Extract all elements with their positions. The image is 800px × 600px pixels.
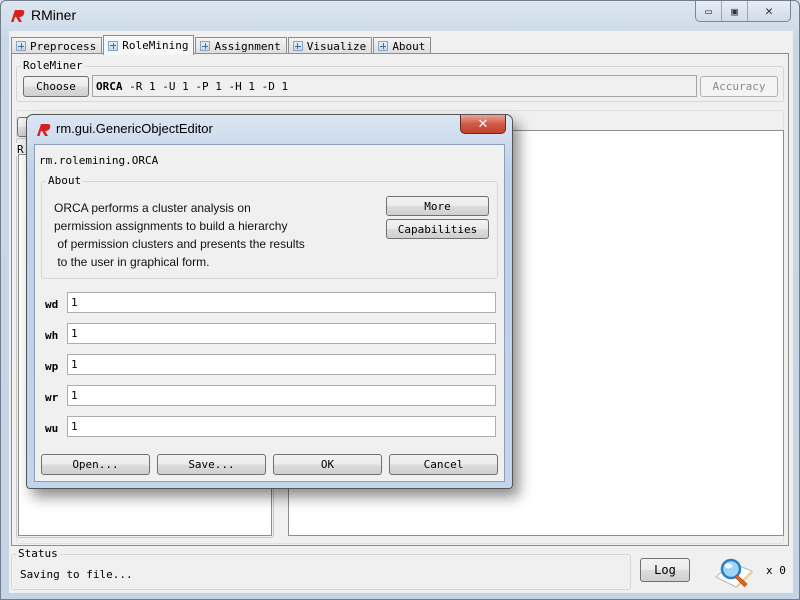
dialog-logo-icon bbox=[37, 124, 51, 136]
cancel-button[interactable]: Cancel bbox=[389, 454, 498, 475]
tab-bar: Preprocess RoleMining Assignment Visuali… bbox=[11, 34, 432, 55]
tab-label: About bbox=[392, 39, 426, 53]
tab-label: Preprocess bbox=[30, 39, 97, 53]
algorithm-name: ORCA bbox=[96, 79, 123, 93]
more-button[interactable]: More bbox=[386, 196, 489, 216]
about-group: About ORCA performs a cluster analysis o… bbox=[41, 174, 498, 279]
minimize-icon: ▭ bbox=[705, 4, 712, 18]
property-label-wu: wu bbox=[45, 422, 59, 435]
property-label-wh: wh bbox=[45, 329, 59, 342]
close-icon: ✕ bbox=[477, 116, 489, 132]
about-group-title: About bbox=[46, 174, 84, 187]
close-button[interactable]: ✕ bbox=[748, 1, 790, 21]
maximize-button[interactable]: ▣ bbox=[722, 1, 748, 21]
expand-icon bbox=[378, 41, 389, 51]
property-input-wh[interactable]: 1 bbox=[67, 323, 496, 344]
garbage-collector-count: x 0 bbox=[766, 564, 786, 577]
app-logo-icon bbox=[11, 10, 25, 22]
property-input-wu[interactable]: 1 bbox=[67, 416, 496, 437]
ok-button[interactable]: OK bbox=[273, 454, 382, 475]
property-label-wp: wp bbox=[45, 360, 59, 373]
capabilities-button[interactable]: Capabilities bbox=[386, 219, 489, 239]
tab-label: Assignment bbox=[214, 39, 281, 53]
about-description: ORCA performs a cluster analysis on perm… bbox=[54, 201, 305, 269]
tab-assignment[interactable]: Assignment bbox=[195, 37, 287, 54]
roleminer-group-title: RoleMiner bbox=[21, 59, 85, 72]
generic-object-editor-dialog: rm.gui.GenericObjectEditor ✕ rm.rolemini… bbox=[26, 114, 513, 489]
dialog-client-area: rm.rolemining.ORCA About ORCA performs a… bbox=[34, 144, 505, 482]
search-memory-icon[interactable] bbox=[714, 555, 756, 589]
class-name-label: rm.rolemining.ORCA bbox=[39, 154, 159, 167]
tab-visualize[interactable]: Visualize bbox=[287, 37, 373, 54]
property-label-wd: wd bbox=[45, 298, 59, 311]
accuracy-button[interactable]: Accuracy bbox=[700, 76, 778, 97]
tab-preprocess[interactable]: Preprocess bbox=[11, 37, 103, 54]
choose-button[interactable]: Choose bbox=[23, 76, 89, 97]
open-button[interactable]: Open... bbox=[41, 454, 150, 475]
save-button[interactable]: Save... bbox=[157, 454, 266, 475]
expand-icon bbox=[200, 41, 211, 51]
close-icon: ✕ bbox=[765, 3, 773, 19]
roleminer-group: RoleMiner Choose ORCA -R 1 -U 1 -P 1 -H … bbox=[16, 59, 784, 102]
property-input-wp[interactable]: 1 bbox=[67, 354, 496, 375]
property-label-wr: wr bbox=[45, 391, 59, 404]
expand-icon bbox=[108, 40, 119, 51]
tab-rolemining[interactable]: RoleMining bbox=[103, 35, 195, 55]
algorithm-options: -R 1 -U 1 -P 1 -H 1 -D 1 bbox=[129, 79, 289, 93]
dialog-close-button[interactable]: ✕ bbox=[460, 115, 506, 134]
dialog-title: rm.gui.GenericObjectEditor bbox=[56, 121, 213, 136]
status-group-title: Status bbox=[16, 547, 60, 560]
tab-label: Visualize bbox=[306, 39, 367, 53]
property-input-wd[interactable]: 1 bbox=[67, 292, 496, 313]
window-title: RMiner bbox=[31, 7, 77, 23]
title-bar[interactable]: RMiner ▭ ▣ ✕ bbox=[1, 1, 800, 31]
algorithm-field[interactable]: ORCA -R 1 -U 1 -P 1 -H 1 -D 1 bbox=[92, 75, 697, 97]
expand-icon bbox=[16, 41, 26, 51]
expand-icon bbox=[292, 41, 303, 51]
status-group: Status Saving to file... bbox=[11, 547, 631, 590]
log-button[interactable]: Log bbox=[640, 558, 690, 582]
property-input-wr[interactable]: 1 bbox=[67, 385, 496, 406]
tab-about[interactable]: About bbox=[373, 37, 432, 54]
minimize-button[interactable]: ▭ bbox=[696, 1, 722, 21]
maximize-icon: ▣ bbox=[731, 4, 738, 18]
status-message: Saving to file... bbox=[20, 568, 133, 581]
tab-label: RoleMining bbox=[122, 39, 189, 52]
